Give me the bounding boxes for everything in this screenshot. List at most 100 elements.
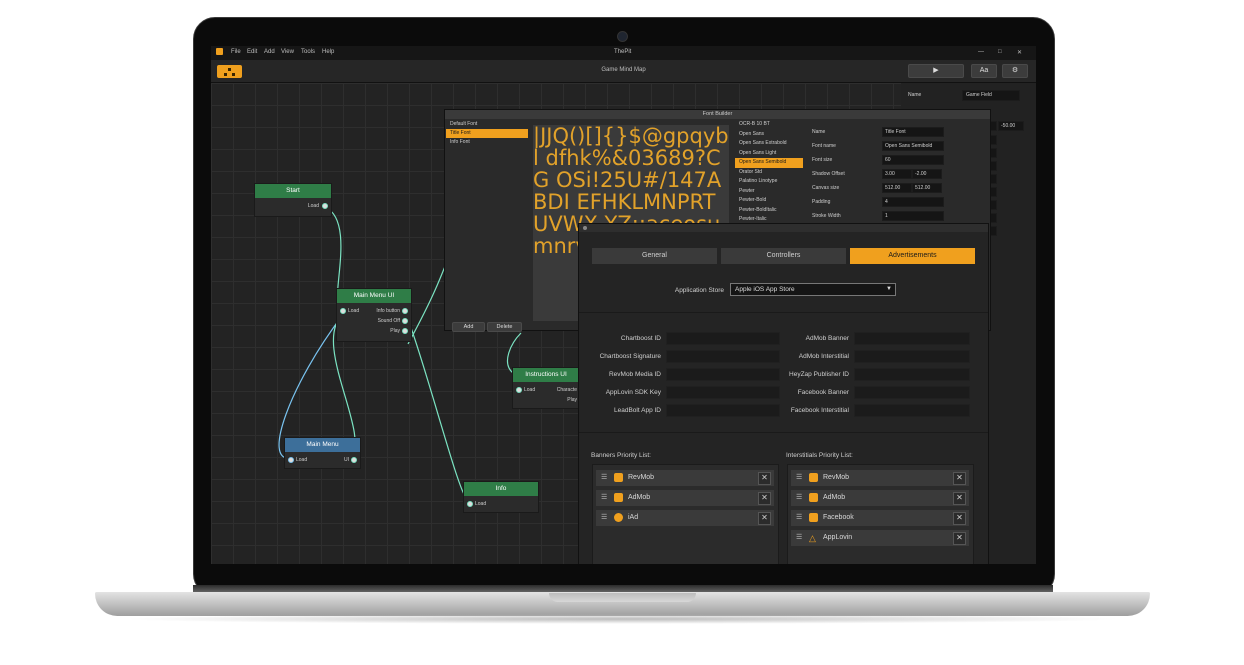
input-port[interactable] [467,501,473,507]
minimize-icon[interactable]: — [978,49,984,55]
menu-help[interactable]: Help [322,49,334,55]
delete-font-button[interactable]: Delete [487,322,522,332]
font-family-input[interactable]: Open Sans Semibold [882,141,944,151]
shadow-y-input[interactable]: -2.00 [912,169,942,179]
tab-advertisements[interactable]: Advertisements [850,248,975,264]
typeface-item[interactable]: Pewter-Bold [735,196,803,206]
admob-banner-input[interactable] [854,332,970,345]
menu-view[interactable]: View [281,49,294,55]
menu-add[interactable]: Add [264,49,275,55]
font-list-item[interactable]: Default Font [446,120,528,129]
revmob-icon [809,473,818,482]
remove-icon[interactable]: ✕ [953,492,966,505]
drag-handle-icon[interactable]: ☰ [796,530,802,546]
menu-tools[interactable]: Tools [301,49,315,55]
typeface-item[interactable]: OCR-B 10 BT [735,120,803,130]
typeface-item[interactable]: Open Sans [735,130,803,140]
revmob-media-id-input[interactable] [666,368,780,381]
drag-handle-icon[interactable]: ☰ [796,470,802,486]
list-item[interactable]: ☰ iAd ✕ [596,510,774,526]
list-item[interactable]: ☰ △ AppLovin ✕ [791,530,969,546]
facebook-interstitial-input[interactable] [854,404,970,417]
node-main-menu[interactable]: Main Menu Load UI [284,437,361,469]
input-port[interactable] [340,308,346,314]
store-select[interactable]: Apple iOS App Store ▼ [730,283,896,296]
output-port[interactable] [402,308,408,314]
node-info[interactable]: Info Load [463,481,539,513]
input-port[interactable] [288,457,294,463]
menu-file[interactable]: File [231,49,241,55]
list-item[interactable]: ☰ AdMob ✕ [791,490,969,506]
value-field[interactable]: -50.00 [998,121,1024,131]
field-label: RevMob Media ID [608,371,661,378]
close-window-icon[interactable]: ✕ [1017,49,1022,56]
prop-label: Font name [812,143,836,149]
camera [617,31,628,42]
typeface-item[interactable]: Pewter-BoldItalic [735,206,803,216]
tab-general[interactable]: General [592,248,717,264]
font-button[interactable]: Aa [971,64,997,78]
stroke-width-input[interactable]: 1 [882,211,944,221]
facebook-banner-input[interactable] [854,386,970,399]
heyzap-publisher-id-input[interactable] [854,368,970,381]
typeface-item-selected[interactable]: Open Sans Semibold [735,158,803,168]
provider-name: RevMob [823,474,850,481]
list-item[interactable]: ☰ Facebook ✕ [791,510,969,526]
remove-icon[interactable]: ✕ [758,512,771,525]
output-port[interactable] [402,328,408,334]
chartboost-id-input[interactable] [666,332,780,345]
divider [579,312,988,313]
remove-icon[interactable]: ✕ [758,492,771,505]
output-port[interactable] [402,318,408,324]
dialog-titlebar [579,224,988,232]
canvas-width-input[interactable]: 512.00 [882,183,912,193]
node-main-menu-ui[interactable]: Main Menu UI Load Info button Sound Off … [336,288,412,342]
remove-icon[interactable]: ✕ [758,472,771,485]
font-list-item[interactable]: Info Font [446,138,528,147]
remove-icon[interactable]: ✕ [953,472,966,485]
name-field[interactable]: Game Field [962,90,1020,101]
typeface-item[interactable]: Palatino Linotype [735,177,803,187]
menu-edit[interactable]: Edit [247,49,257,55]
list-item[interactable]: ☰ RevMob ✕ [596,470,774,486]
drag-handle-icon[interactable]: ☰ [601,510,607,526]
drag-handle-icon[interactable]: ☰ [796,510,802,526]
add-font-button[interactable]: Add [452,322,485,332]
applovin-sdk-key-input[interactable] [666,386,780,399]
node-instructions-ui[interactable]: Instructions UI Load Characte Play [512,367,580,409]
leadbolt-app-id-input[interactable] [666,404,780,417]
app-logo-icon [216,48,223,55]
font-list-item-selected[interactable]: Title Font [446,129,528,138]
typeface-item[interactable]: Open Sans Light [735,149,803,159]
applovin-icon: △ [809,533,816,543]
font-name-input[interactable]: Title Font [882,127,944,137]
menu-bar: File Edit Add View Tools Help ThePit — □… [211,46,1036,60]
chartboost-signature-input[interactable] [666,350,780,363]
canvas-height-input[interactable]: 512.00 [912,183,942,193]
input-port[interactable] [516,387,522,393]
drag-handle-icon[interactable]: ☰ [601,470,607,486]
shadow-x-input[interactable]: 3.00 [882,169,912,179]
typeface-item[interactable]: Pewter [735,187,803,197]
typeface-item[interactable]: Open Sans Extrabold [735,139,803,149]
remove-icon[interactable]: ✕ [953,512,966,525]
list-item[interactable]: ☰ AdMob ✕ [596,490,774,506]
play-button[interactable]: ▶ [908,64,964,78]
drag-handle-icon[interactable]: ☰ [601,490,607,506]
output-port[interactable] [351,457,357,463]
maximize-icon[interactable]: □ [998,49,1002,55]
interstitials-priority-list: ☰ RevMob ✕ ☰ AdMob ✕ ☰ Facebook ✕ ☰ △ Ap… [787,464,974,564]
font-size-input[interactable]: 60 [882,155,944,165]
settings-button[interactable]: ⚙ [1002,64,1028,78]
output-port[interactable] [322,203,328,209]
remove-icon[interactable]: ✕ [953,532,966,545]
list-item[interactable]: ☰ RevMob ✕ [791,470,969,486]
chevron-down-icon: ▼ [886,286,892,292]
typeface-item[interactable]: Orator Std [735,168,803,178]
tab-controllers[interactable]: Controllers [721,248,846,264]
drag-handle-icon[interactable]: ☰ [796,490,802,506]
admob-interstitial-input[interactable] [854,350,970,363]
padding-input[interactable]: 4 [882,197,944,207]
facebook-icon [809,513,818,522]
node-start[interactable]: Start Load [254,183,332,217]
